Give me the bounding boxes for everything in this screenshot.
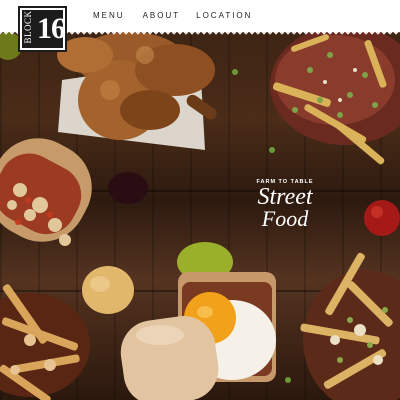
block16-logo[interactable]: BLOCK 16	[18, 6, 67, 52]
nav-location-link[interactable]: LOCATION	[196, 9, 252, 23]
main-nav: MENU ABOUT LOCATION	[93, 9, 252, 23]
sausage-sandwich	[0, 138, 92, 246]
nav-about-link[interactable]: ABOUT	[143, 9, 181, 23]
street-food-tagline: FARM TO TABLE Street Food	[240, 178, 330, 248]
hero-background: FARM TO TABLE Street Food	[0, 0, 400, 400]
tagline-line2: Food	[261, 206, 309, 231]
logo-word: BLOCK	[23, 10, 33, 44]
food-spread-image	[0, 25, 400, 400]
logo-number: 16	[37, 12, 66, 45]
fries-left	[0, 284, 90, 400]
nav-menu-link[interactable]: MENU	[93, 9, 125, 23]
poutine	[300, 252, 400, 400]
loaded-fries	[270, 25, 400, 165]
tagline-line1: Street	[257, 184, 313, 210]
egg-sandwich	[120, 272, 276, 400]
